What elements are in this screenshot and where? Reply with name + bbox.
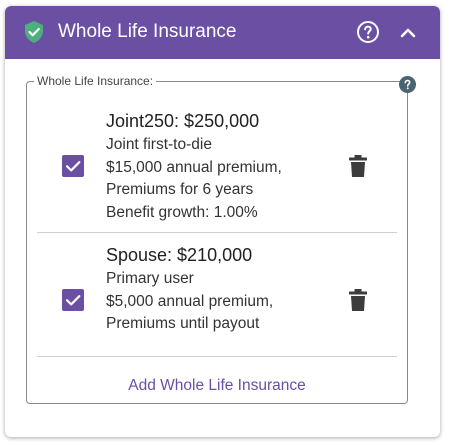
card-header[interactable]: Whole Life Insurance <box>5 6 440 59</box>
fieldset-legend: Whole Life Insurance: <box>34 74 157 88</box>
chevron-up-icon[interactable] <box>397 22 419 44</box>
list-item: Spouse: $210,000 Primary user $5,000 ann… <box>37 234 397 357</box>
item-line: Premiums for 6 years <box>106 181 254 198</box>
trash-icon[interactable] <box>347 288 369 312</box>
trash-icon[interactable] <box>347 154 369 178</box>
item-title: Joint250: $250,000 <box>106 111 260 131</box>
item-line: Joint first-to-die <box>106 136 212 153</box>
item-line: Benefit growth: 1.00% <box>106 203 258 221</box>
item-checkbox[interactable] <box>62 289 84 311</box>
item-details: Joint250: $250,000 Joint first-to-die $1… <box>106 110 282 224</box>
item-line: Premiums until payout <box>106 315 260 332</box>
check-icon <box>65 295 81 306</box>
add-whole-life-insurance-button[interactable]: Add Whole Life Insurance <box>37 376 397 396</box>
help-icon[interactable] <box>399 76 416 93</box>
item-checkbox[interactable] <box>62 155 84 177</box>
item-title: Spouse: $210,000 <box>106 245 253 265</box>
shield-check-icon <box>25 21 43 43</box>
card-title: Whole Life Insurance <box>58 21 237 42</box>
check-icon <box>65 161 81 172</box>
list-item: Joint250: $250,000 Joint first-to-die $1… <box>37 100 397 233</box>
item-line: $5,000 annual premium, <box>106 292 274 310</box>
help-circle-icon[interactable] <box>356 20 380 44</box>
item-line: $15,000 annual premium, <box>106 158 282 176</box>
item-details: Spouse: $210,000 Primary user $5,000 ann… <box>106 244 273 336</box>
item-line: Primary user <box>106 270 194 287</box>
